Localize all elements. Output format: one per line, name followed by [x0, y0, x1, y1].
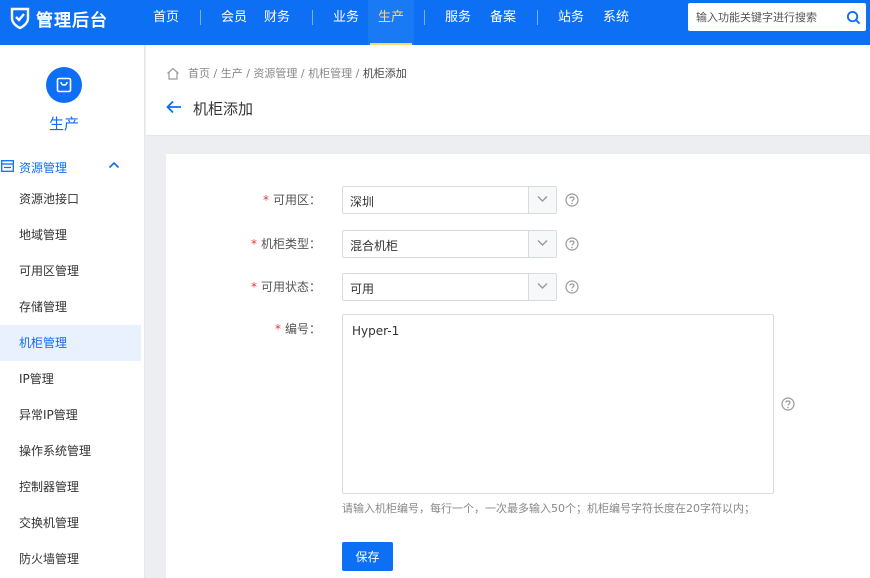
sidebar-item-os[interactable]: 操作系统管理 — [0, 433, 141, 469]
sidebar-item-abnormal-ip[interactable]: 异常IP管理 — [0, 397, 141, 433]
sidebar-item-region[interactable]: 地域管理 — [0, 217, 141, 253]
search-icon[interactable] — [846, 10, 861, 25]
nav-item-production[interactable]: 生产 — [369, 0, 413, 45]
nav-divider — [312, 10, 313, 25]
required-mark: * — [274, 322, 281, 336]
number-hint-text: 请输入机柜编号，每行一个，一次最多输入50个；机柜编号字符长度在20字符以内； — [342, 502, 755, 515]
sidebar-item-ip[interactable]: IP管理 — [0, 361, 141, 397]
server-icon — [1, 160, 14, 172]
cabinet-type-select-toggle[interactable] — [528, 231, 556, 257]
sidebar-item-controller[interactable]: 控制器管理 — [0, 469, 141, 505]
zone-select-value: 深圳 — [350, 195, 375, 209]
shopping-bag-icon — [56, 77, 72, 93]
help-icon[interactable] — [565, 193, 579, 207]
form-panel: *可用区： 深圳 *机柜类型： 混合机柜 *可用状态： 可用 *编号： — [166, 154, 870, 578]
status-select-value: 可用 — [350, 282, 375, 296]
breadcrumb: 首页 / 生产 / 资源管理 / 机柜管理 / 机柜添加 — [166, 65, 407, 81]
sidebar-group-resource[interactable]: 资源管理 — [0, 157, 128, 177]
cabinet-type-select-value: 混合机柜 — [350, 239, 399, 253]
home-icon[interactable] — [166, 67, 180, 80]
nav-divider — [537, 10, 538, 25]
module-title: 生产 — [48, 115, 79, 133]
nav-divider — [200, 10, 201, 25]
sidebar-item-switch[interactable]: 交换机管理 — [0, 505, 141, 541]
required-mark: * — [262, 193, 269, 207]
nav-item-business[interactable]: 业务 — [333, 0, 359, 45]
required-mark: * — [250, 237, 257, 251]
sidebar-item-firewall[interactable]: 防火墙管理 — [0, 541, 141, 577]
chevron-down-icon — [537, 240, 548, 246]
breadcrumb-separator: / — [352, 66, 363, 80]
sidebar-item-pool-interface[interactable]: 资源池接口 — [0, 181, 141, 217]
page-title: 机柜添加 — [193, 100, 254, 118]
nav-item-system[interactable]: 系统 — [603, 0, 629, 45]
nav-item-service[interactable]: 服务 — [445, 0, 471, 45]
help-icon[interactable] — [565, 280, 579, 294]
nav-item-home[interactable]: 首页 — [153, 0, 179, 45]
breadcrumb-resource[interactable]: 资源管理 — [253, 65, 297, 81]
number-label: * 编号： — [274, 322, 321, 336]
nav-item-filing[interactable]: 备案 — [490, 0, 516, 45]
top-navbar: 管理后台 首页 会员 财务 业务 生产 服务 备案 站务 系统 — [0, 0, 870, 45]
sidebar-item-cabinet[interactable]: 机柜管理 — [0, 325, 141, 361]
breadcrumb-separator: / — [242, 66, 254, 80]
zone-select-toggle[interactable] — [528, 187, 556, 213]
production-module-icon — [46, 67, 82, 103]
arrow-left-icon[interactable] — [166, 100, 182, 114]
cabinet-number-textarea[interactable]: Hyper-1 — [342, 314, 774, 494]
breadcrumb-production[interactable]: 生产 — [221, 65, 243, 81]
breadcrumb-cabinet[interactable]: 机柜管理 — [308, 65, 352, 81]
search-input[interactable] — [688, 3, 838, 31]
chevron-down-icon — [537, 283, 548, 289]
sidebar-group-label: 资源管理 — [19, 161, 68, 175]
save-button[interactable]: 保存 — [342, 542, 393, 571]
nav-item-member[interactable]: 会员 — [221, 0, 247, 45]
logo-text: 管理后台 — [36, 10, 108, 31]
breadcrumb-current: 机柜添加 — [362, 67, 407, 80]
nav-divider — [424, 10, 425, 25]
sidebar: 生产 资源管理 资源池接口 地域管理 可用区管理 存储管理 机柜管理 IP管理 … — [0, 45, 145, 578]
sidebar-item-zone[interactable]: 可用区管理 — [0, 253, 141, 289]
breadcrumb-separator: / — [210, 66, 221, 80]
sidebar-item-storage[interactable]: 存储管理 — [0, 289, 141, 325]
content-header: 首页 / 生产 / 资源管理 / 机柜管理 / 机柜添加 机柜添加 — [146, 45, 870, 136]
status-select[interactable]: 可用 — [342, 273, 557, 301]
logo[interactable]: 管理后台 — [8, 6, 108, 31]
zone-select[interactable]: 深圳 — [342, 186, 557, 214]
shield-logo-icon — [10, 7, 30, 30]
chevron-down-icon — [537, 196, 548, 202]
help-icon[interactable] — [781, 397, 795, 411]
nav-item-site[interactable]: 站务 — [558, 0, 584, 45]
status-label: * 可用状态： — [250, 280, 321, 294]
cabinet-type-select[interactable]: 混合机柜 — [342, 230, 557, 258]
cabinet-type-label: * 机柜类型： — [250, 237, 321, 251]
help-icon[interactable] — [565, 237, 579, 251]
chevron-up-icon — [108, 161, 120, 169]
breadcrumb-separator: / — [297, 66, 309, 80]
status-select-toggle[interactable] — [528, 274, 556, 300]
zone-label: * 可用区： — [262, 193, 321, 207]
nav-item-finance[interactable]: 财务 — [264, 0, 290, 45]
required-mark: * — [250, 280, 257, 294]
search-box — [688, 3, 866, 31]
breadcrumb-home[interactable]: 首页 — [188, 65, 210, 81]
